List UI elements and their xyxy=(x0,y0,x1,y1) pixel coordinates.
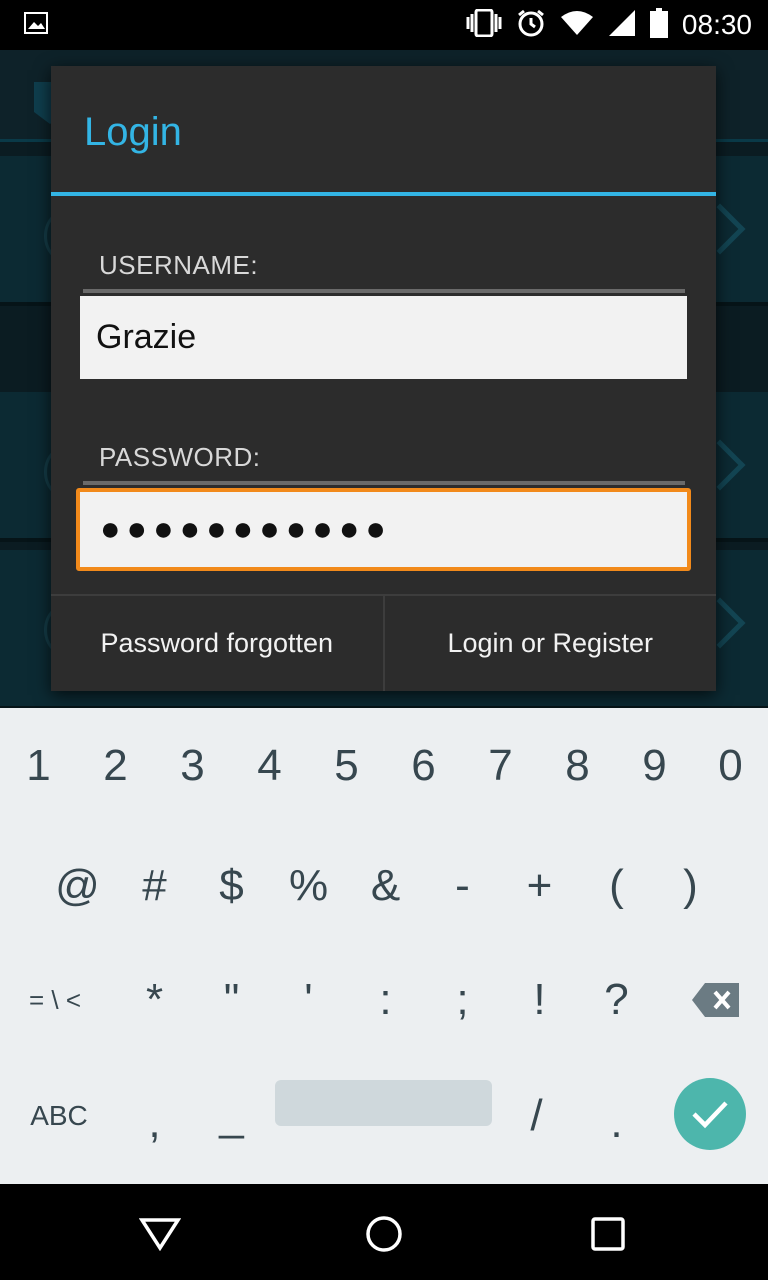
key-6[interactable]: 6 xyxy=(385,708,462,824)
image-notification-icon xyxy=(24,12,48,39)
dialog-button-bar: Password forgotten Login or Register xyxy=(51,594,716,691)
key-open-paren[interactable]: ( xyxy=(578,828,655,944)
key-0[interactable]: 0 xyxy=(693,708,768,824)
home-circle-icon xyxy=(366,1216,402,1252)
key-4[interactable]: 4 xyxy=(231,708,308,824)
login-dialog: Login USERNAME: Grazie PASSWORD: ●●●●●●●… xyxy=(51,66,716,691)
password-input[interactable]: ●●●●●●●●●●● xyxy=(76,488,691,571)
password-label: PASSWORD: xyxy=(99,442,261,472)
title-divider xyxy=(51,192,716,196)
checkmark-icon xyxy=(692,1101,728,1129)
login-or-register-button[interactable]: Login or Register xyxy=(385,596,717,691)
key-single-quote[interactable]: ' xyxy=(270,942,347,1058)
username-input[interactable]: Grazie xyxy=(80,296,687,379)
key-colon[interactable]: : xyxy=(347,942,424,1058)
key-double-quote[interactable]: " xyxy=(193,942,270,1058)
key-comma[interactable]: , xyxy=(116,1058,193,1174)
keyboard-row-symbols-2: = \ < * " ' : ; ! ? xyxy=(0,942,768,1058)
home-button[interactable] xyxy=(362,1212,406,1256)
key-ampersand[interactable]: & xyxy=(347,828,424,944)
navigation-bar xyxy=(0,1184,768,1280)
key-5[interactable]: 5 xyxy=(308,708,385,824)
keyboard-row-bottom: ABC , _ / . xyxy=(0,1058,768,1174)
key-slash[interactable]: / xyxy=(498,1058,575,1174)
screen: 08:30 Login USERNAME: Grazie PASSWORD: ●… xyxy=(0,0,768,1280)
key-minus[interactable]: - xyxy=(424,828,501,944)
password-label-underline xyxy=(83,481,685,485)
key-dollar[interactable]: $ xyxy=(193,828,270,944)
vibrate-icon xyxy=(466,8,502,42)
key-close-paren[interactable]: ) xyxy=(652,828,729,944)
key-hash[interactable]: # xyxy=(116,828,193,944)
keyboard-row-numbers: 1 2 3 4 5 6 7 8 9 0 xyxy=(0,708,768,824)
done-key[interactable] xyxy=(674,1078,746,1150)
status-bar: 08:30 xyxy=(0,0,768,50)
key-percent[interactable]: % xyxy=(270,828,347,944)
key-at[interactable]: @ xyxy=(39,828,116,944)
abc-key[interactable]: ABC xyxy=(14,1058,104,1174)
key-2[interactable]: 2 xyxy=(77,708,154,824)
recents-button[interactable] xyxy=(586,1212,630,1256)
wifi-icon xyxy=(560,10,594,41)
username-label-underline xyxy=(83,289,685,293)
password-forgotten-button[interactable]: Password forgotten xyxy=(51,596,385,691)
key-exclamation[interactable]: ! xyxy=(501,942,578,1058)
alarm-icon xyxy=(516,8,546,43)
key-7[interactable]: 7 xyxy=(462,708,539,824)
username-label: USERNAME: xyxy=(99,250,259,280)
clock: 08:30 xyxy=(681,9,752,40)
battery-icon xyxy=(649,7,668,43)
key-period[interactable]: . xyxy=(578,1058,655,1174)
key-9[interactable]: 9 xyxy=(616,708,693,824)
key-semicolon[interactable]: ; xyxy=(424,942,501,1058)
keyboard-row-symbols-1: @ # $ % & - + ( ) xyxy=(0,828,768,944)
space-key[interactable] xyxy=(275,1080,492,1126)
key-3[interactable]: 3 xyxy=(154,708,231,824)
backspace-key[interactable] xyxy=(676,942,756,1058)
key-8[interactable]: 8 xyxy=(539,708,616,824)
key-1[interactable]: 1 xyxy=(0,708,77,824)
back-button[interactable] xyxy=(138,1212,182,1256)
recents-square-icon xyxy=(591,1217,625,1251)
key-asterisk[interactable]: * xyxy=(116,942,193,1058)
more-symbols-key[interactable]: = \ < xyxy=(10,942,100,1058)
soft-keyboard: 1 2 3 4 5 6 7 8 9 0 @ # $ % & - + ( ) = … xyxy=(0,708,768,1184)
back-triangle-icon xyxy=(139,1218,181,1251)
key-underscore[interactable]: _ xyxy=(193,1058,270,1174)
key-question[interactable]: ? xyxy=(578,942,655,1058)
dialog-title: Login xyxy=(84,110,182,154)
cell-signal-icon xyxy=(608,9,636,42)
key-plus[interactable]: + xyxy=(501,828,578,944)
backspace-icon xyxy=(692,983,739,1017)
